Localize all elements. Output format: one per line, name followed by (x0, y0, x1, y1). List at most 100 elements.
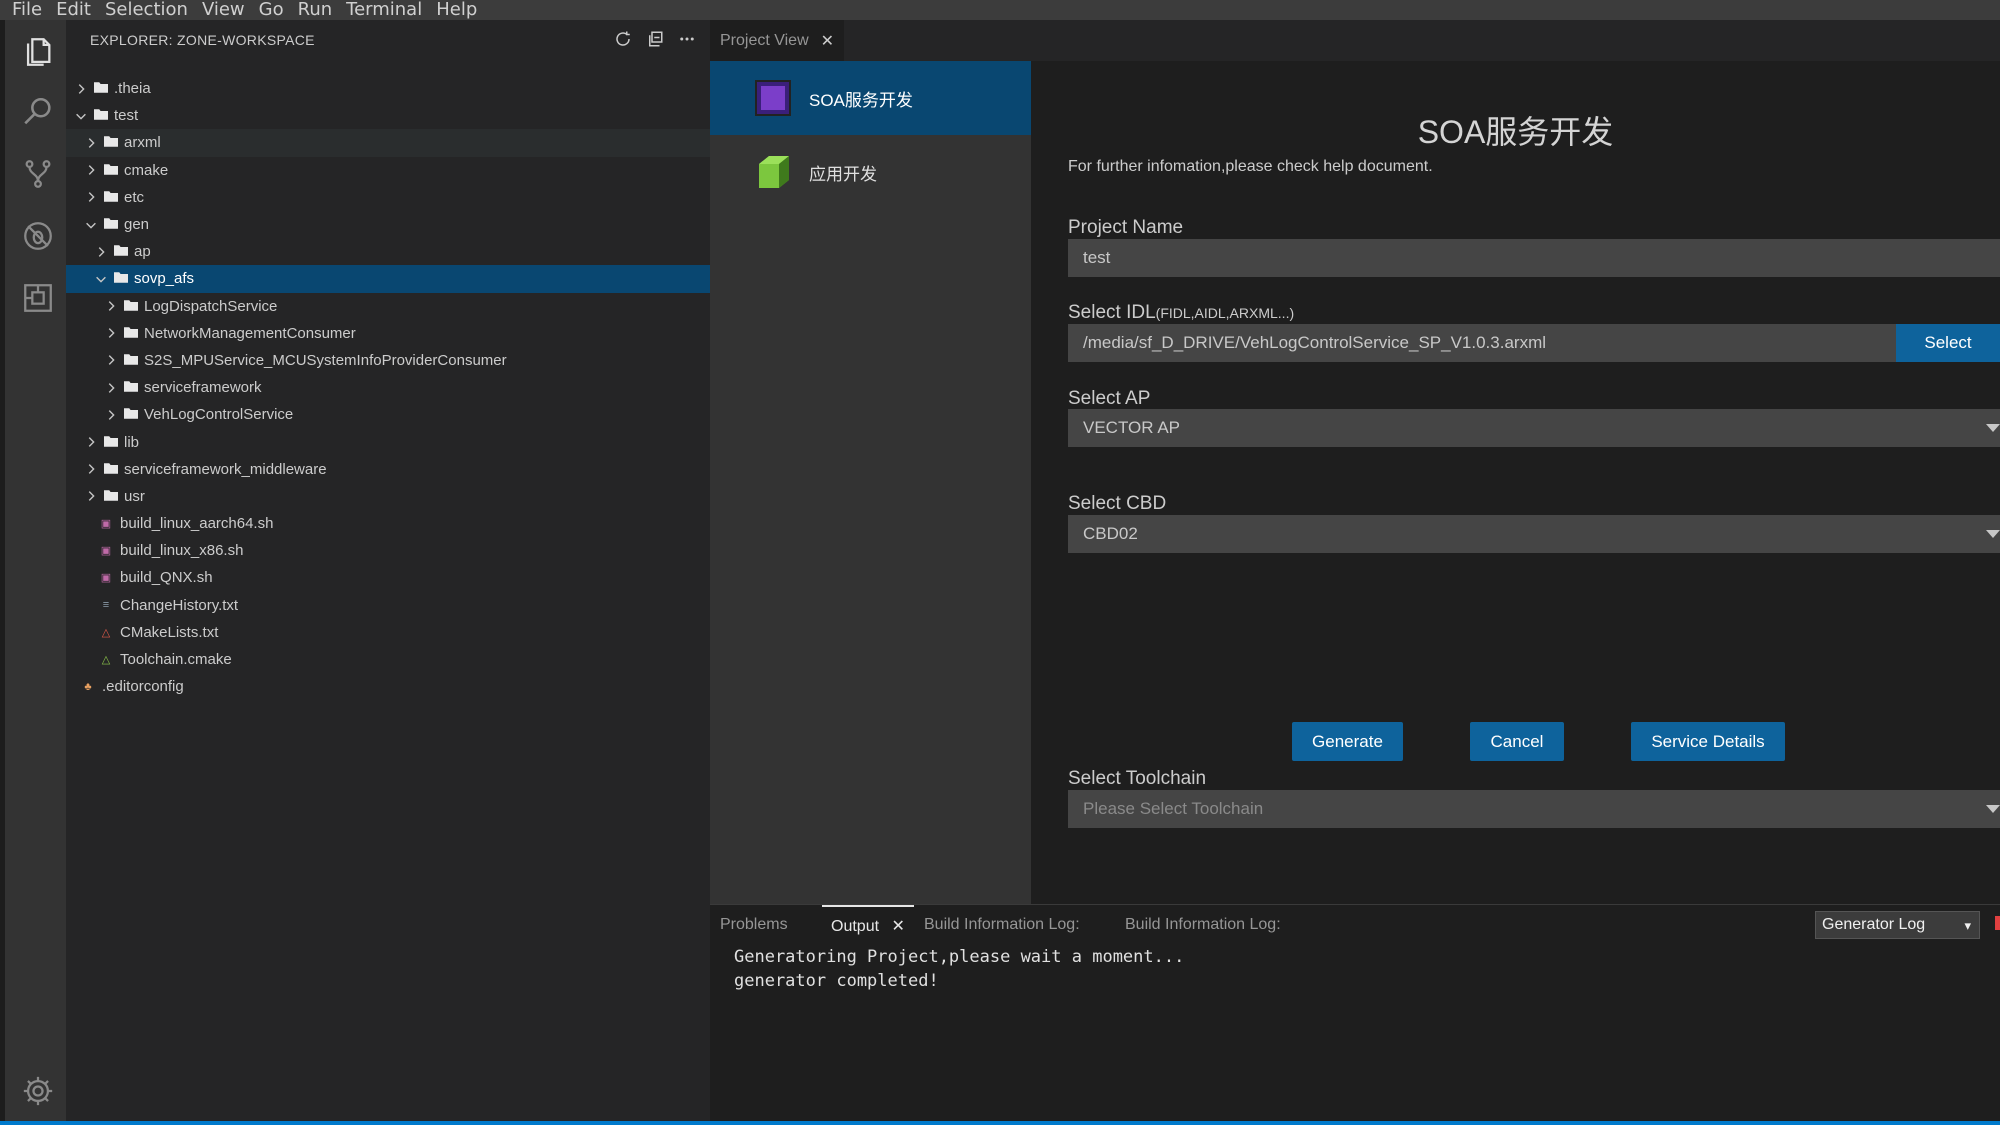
tree-folder[interactable]: ap (66, 238, 710, 265)
idl-select-button[interactable]: Select (1896, 324, 2000, 362)
tree-folder[interactable]: LogDispatchService (66, 293, 710, 320)
folder-icon (94, 80, 114, 97)
generate-button[interactable]: Generate (1292, 722, 1403, 761)
tree-file[interactable]: △ CMakeLists.txt (66, 619, 710, 646)
tree-file[interactable]: ≡ ChangeHistory.txt (66, 592, 710, 619)
project-type-label: 应用开发 (809, 164, 877, 184)
close-icon[interactable]: ✕ (821, 31, 834, 51)
tree-file[interactable]: ▣ build_QNX.sh (66, 564, 710, 591)
folder-icon (124, 325, 144, 342)
extensions-icon[interactable] (17, 277, 59, 319)
tree-item-label: .editorconfig (102, 678, 184, 696)
menu-edit[interactable]: Edit (49, 0, 98, 20)
tree-file[interactable]: ♣ .editorconfig (66, 673, 710, 700)
chevron-right-icon[interactable] (94, 245, 108, 259)
tree-item-label: VehLogControlService (144, 406, 294, 424)
chevron-right-icon[interactable] (84, 163, 98, 177)
purple-cube-icon (755, 80, 791, 116)
debug-icon[interactable] (17, 215, 59, 257)
service-details-button[interactable]: Service Details (1631, 722, 1785, 761)
chevron-right-icon[interactable] (84, 190, 98, 204)
shell-file-icon: ▣ (100, 545, 112, 558)
toolchain-select[interactable]: Please Select Toolchain (1068, 790, 2000, 828)
chevron-right-icon[interactable] (104, 299, 118, 313)
tree-folder[interactable]: gen (66, 211, 710, 238)
source-control-icon[interactable] (17, 153, 59, 195)
tree-folder[interactable]: serviceframework (66, 374, 710, 401)
gear-icon[interactable] (17, 1070, 59, 1112)
project-type-soa[interactable]: SOA服务开发 (710, 61, 1031, 135)
chevron-right-icon[interactable] (104, 326, 118, 340)
chevron-right-icon[interactable] (84, 489, 98, 503)
chevron-right-icon[interactable] (74, 82, 88, 96)
menu-selection[interactable]: Selection (98, 0, 195, 20)
project-form: SOA服务开发 For further infomation,please ch… (1031, 61, 2000, 924)
tab-build-info-log-2[interactable]: Build Information Log: (1125, 916, 1281, 934)
tree-folder[interactable]: sovp_afs (66, 265, 710, 293)
tree-folder[interactable]: cmake (66, 157, 710, 184)
tree-item-label: build_linux_aarch64.sh (120, 515, 274, 533)
tree-folder[interactable]: etc (66, 184, 710, 211)
close-icon[interactable]: ✕ (891, 918, 904, 935)
more-actions-icon[interactable] (678, 30, 696, 51)
refresh-icon[interactable] (614, 30, 632, 51)
tree-folder[interactable]: usr (66, 483, 710, 510)
idl-path-input[interactable]: /media/sf_D_DRIVE/VehLogControlService_S… (1068, 324, 2000, 362)
select-toolchain-label: Select Toolchain (1068, 768, 1207, 789)
chevron-down-icon[interactable] (74, 109, 88, 123)
tree-item-label: serviceframework (144, 379, 262, 397)
idl-path-value: /media/sf_D_DRIVE/VehLogControlService_S… (1083, 333, 1547, 352)
menu-help[interactable]: Help (429, 0, 484, 20)
tree-folder[interactable]: serviceframework_middleware (66, 456, 710, 483)
project-type-app[interactable]: 应用开发 (710, 135, 1031, 209)
file-tree: .theia test arxml cmake etc gen ap sovp_afs LogD… (66, 75, 710, 700)
menu-bar: File Edit Selection View Go Run Terminal… (0, 0, 2000, 20)
menu-run[interactable]: Run (291, 0, 340, 20)
files-icon[interactable] (17, 31, 59, 73)
chevron-down-icon[interactable] (94, 272, 108, 286)
cbd-select[interactable]: CBD02 (1068, 515, 2000, 553)
chevron-down-icon[interactable] (84, 218, 98, 232)
tree-folder[interactable]: lib (66, 428, 710, 455)
project-type-label: SOA服务开发 (809, 90, 913, 110)
project-name-label: Project Name (1068, 217, 1184, 238)
search-icon[interactable] (17, 91, 59, 133)
editor-area: Project View ✕ SOA服务开发 应用开发 SOA服务开发 For … (710, 20, 2000, 924)
tree-file[interactable]: ▣ build_linux_x86.sh (66, 537, 710, 564)
tree-folder[interactable]: .theia (66, 75, 710, 102)
menu-file[interactable]: File (0, 0, 49, 20)
ap-select[interactable]: VECTOR AP (1068, 409, 2000, 447)
tree-item-label: S2S_MPUService_MCUSystemInfoProviderCons… (144, 351, 507, 369)
menu-go[interactable]: Go (252, 0, 291, 20)
tree-file[interactable]: ▣ build_linux_aarch64.sh (66, 510, 710, 537)
tree-folder[interactable]: NetworkManagementConsumer (66, 320, 710, 347)
tree-folder[interactable]: arxml (66, 129, 710, 157)
tab-build-info-log[interactable]: Build Information Log: (924, 916, 1080, 934)
editorconfig-file-icon: ♣ (84, 680, 92, 693)
tree-file[interactable]: △ Toolchain.cmake (66, 646, 710, 673)
chevron-right-icon[interactable] (104, 408, 118, 422)
select-idl-text: Select IDL (1068, 302, 1156, 323)
folder-icon (124, 379, 144, 396)
menu-view[interactable]: View (195, 0, 252, 20)
chevron-right-icon[interactable] (104, 381, 118, 395)
collapse-all-icon[interactable] (646, 30, 664, 51)
chevron-right-icon[interactable] (84, 136, 98, 150)
tree-folder[interactable]: VehLogControlService (66, 401, 710, 428)
cancel-button[interactable]: Cancel (1470, 722, 1564, 761)
tree-item-label: sovp_afs (134, 270, 195, 288)
chevron-right-icon[interactable] (84, 462, 98, 476)
project-name-input[interactable]: test (1068, 239, 2000, 277)
ap-select-value: VECTOR AP (1083, 418, 1180, 437)
tab-problems[interactable]: Problems (720, 916, 788, 934)
chevron-right-icon[interactable] (84, 435, 98, 449)
tab-project-view[interactable]: Project View ✕ (710, 20, 845, 61)
tab-output[interactable]: Output ✕ (831, 916, 905, 936)
chevron-right-icon[interactable] (104, 353, 118, 367)
tree-folder[interactable]: test (66, 102, 710, 129)
panel-action-icon[interactable] (1995, 916, 2000, 930)
explorer-header: EXPLORER: ZONE-WORKSPACE (66, 20, 710, 60)
tree-folder[interactable]: S2S_MPUService_MCUSystemInfoProviderCons… (66, 347, 710, 374)
log-channel-select[interactable]: Generator Log ▾ (1815, 911, 1980, 939)
menu-terminal[interactable]: Terminal (339, 0, 429, 20)
